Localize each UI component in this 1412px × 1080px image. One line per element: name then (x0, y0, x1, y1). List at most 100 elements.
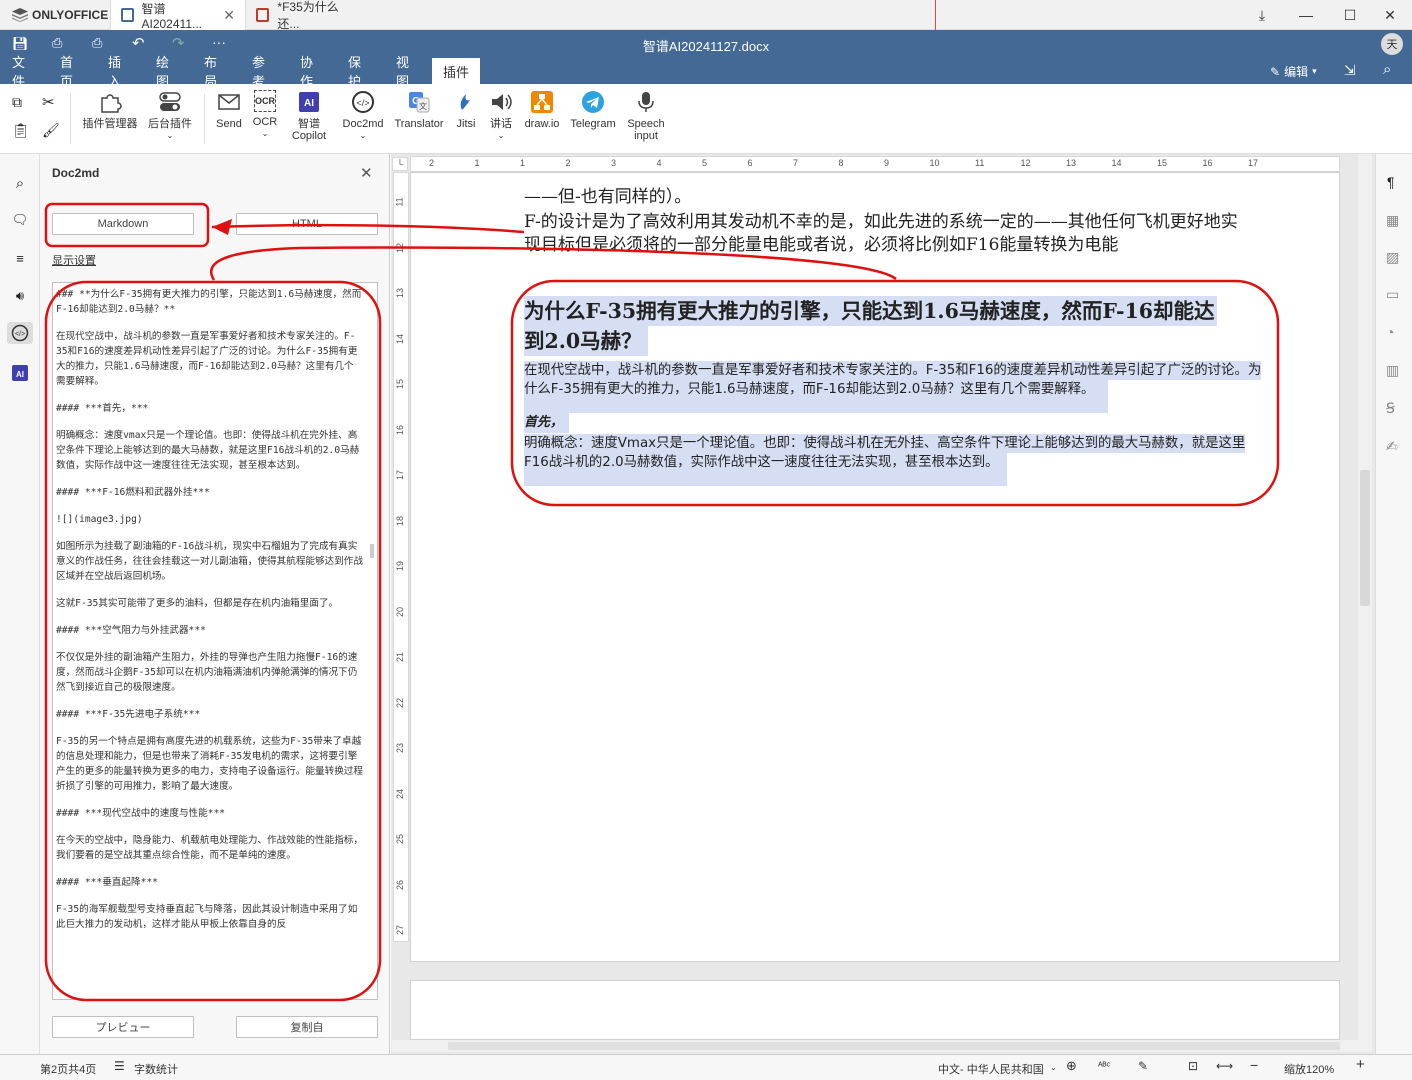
fit-width-icon[interactable]: ⟷ (1216, 1059, 1233, 1073)
zoom-level[interactable]: 缩放120% (1284, 1061, 1334, 1077)
background-plugins-button[interactable]: 后台插件 ⌄ (144, 90, 196, 142)
markdown-block: 不仅仅是外挂的副油箱产生阻力，外挂的导弹也产生阻力拖慢F-16的速度，然而战斗企… (56, 652, 358, 693)
doc2md-plugin-icon[interactable]: </> (7, 322, 33, 344)
speech-button[interactable]: 讲话 ⌄ (486, 90, 516, 142)
menu-insert[interactable]: 插入 (98, 55, 142, 89)
menu-collaboration[interactable]: 协作 (290, 55, 334, 89)
ruler-tick-label: 12 (395, 242, 406, 253)
chevron-down-icon: ⌄ (497, 131, 505, 140)
menu-view[interactable]: 视图 (386, 55, 430, 89)
menu-plugins[interactable]: 插件 (432, 58, 480, 84)
comment-icon[interactable]: 🗨︎ (9, 209, 31, 231)
drawio-button[interactable]: draw.io (522, 90, 562, 130)
markdown-block: #### ***F-16燃料和武器外挂*** (56, 487, 210, 498)
doc2md-icon: </> (351, 90, 375, 114)
status-bar: 第2页共4页 ☰ 字数统计 中文- 中华人民共和国 ⌄ ⊕ ᴬᴮᶜ ✎ ⊡ ⟷ … (0, 1054, 1412, 1080)
ocr-button[interactable]: OCR OCR ⌄ (250, 90, 280, 140)
puzzle-icon (98, 90, 122, 114)
shape-settings-icon[interactable]: ◔ (1386, 324, 1394, 340)
chart-settings-icon[interactable]: ▥ (1386, 362, 1399, 379)
tab-stop-selector[interactable]: └ (392, 157, 408, 171)
chevron-down-icon: ⌄ (1050, 1063, 1057, 1072)
close-window-button[interactable]: ✕ (1368, 0, 1412, 30)
tab-document-2[interactable]: *F35为什么还... (246, 0, 366, 31)
page-indicator[interactable]: 第2页共4页 (40, 1061, 96, 1077)
copy-icon[interactable]: ⧉ (12, 94, 22, 111)
document-icon (121, 8, 134, 22)
menu-home[interactable]: 首页 (50, 55, 94, 89)
paragraph-settings-icon[interactable]: ¶ (1387, 174, 1395, 190)
close-panel-icon[interactable]: ✕ (360, 164, 373, 182)
download-icon[interactable]: ⤓ (1240, 0, 1284, 30)
zhipu-copilot-button[interactable]: AI 智谱 Copilot (286, 90, 332, 142)
markdown-block: F-35的另一个特点是拥有高度先进的机载系统，这些为F-35带来了卓越的信息处理… (56, 736, 363, 792)
search-icon[interactable]: ⌕ (1383, 61, 1391, 78)
headings-icon[interactable]: ≡ (9, 247, 31, 269)
menu-references[interactable]: 参考 (242, 55, 286, 89)
paste-icon[interactable]: 📋︎ (12, 122, 30, 139)
doc2md-panel: Doc2md ✕ Markdown HTML 显示设置 ### **为什么F-3… (40, 154, 390, 1054)
format-painter-icon[interactable]: 🖌︎ (42, 122, 60, 139)
ruler-tick-label: 1 (520, 158, 526, 168)
table-settings-icon[interactable]: ▦ (1386, 212, 1399, 229)
vertical-scrollbar[interactable] (1358, 154, 1372, 1052)
menu-draw[interactable]: 绘图 (146, 55, 190, 89)
ocr-label: OCR (252, 116, 278, 128)
document-page[interactable]: ——但-也有同样的）。 F-的设计是为了高效利用其发动机不幸的是，如此先进的系统… (410, 172, 1340, 962)
speaker-icon[interactable]: 🔊︎ (9, 285, 31, 307)
close-tab-icon[interactable]: ✕ (223, 7, 235, 24)
ai-plugin-icon[interactable]: AI (9, 362, 31, 384)
edit-mode-button[interactable]: ✎ 编辑 ▾ (1270, 63, 1317, 80)
track-changes-icon[interactable]: ✎ (1138, 1059, 1148, 1073)
menu-layout[interactable]: 布局 (194, 55, 238, 89)
zoom-out-icon[interactable]: − (1250, 1057, 1258, 1073)
fit-page-icon[interactable]: ⊡ (1188, 1059, 1198, 1073)
menu-protection[interactable]: 保护 (338, 55, 382, 89)
horizontal-scrollbar[interactable] (392, 1040, 1358, 1052)
language-selector[interactable]: 中文- 中华人民共和国 (938, 1061, 1044, 1077)
minimize-button[interactable]: — (1284, 0, 1328, 30)
doc2md-button[interactable]: </> Doc2md ⌄ (340, 90, 386, 142)
copy-button[interactable]: 复制自 (236, 1016, 378, 1038)
image-settings-icon[interactable]: ▨ (1386, 249, 1399, 266)
document-page-next[interactable] (410, 980, 1340, 1040)
markdown-output[interactable]: ### **为什么F-35拥有更大推力的引擎，只能达到1.6马赫速度，然而F-1… (52, 282, 378, 1000)
markdown-button[interactable]: Markdown (52, 213, 194, 235)
ruler-tick-label: 3 (611, 158, 617, 168)
scrollbar-thumb[interactable] (1360, 470, 1370, 606)
send-button[interactable]: Send (212, 90, 246, 130)
menu-file[interactable]: 文件 (2, 55, 46, 89)
ruler-tick-label: 24 (395, 788, 406, 799)
telegram-button[interactable]: Telegram (568, 90, 618, 130)
horizontal-ruler[interactable]: 2 1 1 2 3 4 5 6 7 8 9 10 11 12 13 14 15 16 17 (410, 156, 1340, 172)
ruler-tick-label: 16 (395, 424, 406, 435)
vertical-ruler[interactable]: 11 12 13 14 15 16 17 18 19 20 21 22 23 24 25 26 27 (393, 172, 409, 942)
maximize-button[interactable]: ☐ (1328, 0, 1372, 30)
speaker-icon (489, 90, 513, 114)
signature-icon[interactable]: ✍ (1386, 438, 1398, 455)
preview-button[interactable]: プレビュー (52, 1016, 194, 1038)
user-avatar[interactable]: 天 (1381, 33, 1403, 55)
svg-text:</>: </> (15, 331, 25, 338)
tab-document-1[interactable]: 智谱AI202411... ✕ (110, 0, 246, 31)
zoom-in-icon[interactable]: + (1356, 1056, 1365, 1073)
cut-icon[interactable]: ✂ (42, 93, 55, 111)
ruler-tick-label: 7 (793, 158, 799, 168)
jitsi-button[interactable]: Jitsi (452, 90, 480, 130)
word-count-button[interactable]: 字数统计 (134, 1061, 178, 1077)
globe-icon[interactable]: ⊕ (1066, 1058, 1077, 1074)
display-settings-link[interactable]: 显示设置 (52, 252, 96, 268)
spellcheck-icon[interactable]: ᴬᴮᶜ (1098, 1061, 1110, 1072)
ruler-tick-label: 23 (395, 742, 406, 754)
text-art-icon[interactable]: Ꞩ (1386, 400, 1395, 417)
search-icon[interactable]: ⌕ (9, 172, 31, 194)
ruler-tick-label: 15 (395, 378, 406, 390)
translator-button[interactable]: G文 Translator (392, 90, 446, 130)
speech-input-button[interactable]: Speech input (624, 90, 668, 142)
scrollbar-thumb[interactable] (370, 544, 374, 558)
header-footer-icon[interactable]: ▭ (1386, 286, 1399, 303)
plugin-manager-button[interactable]: 插件管理器 (80, 90, 140, 130)
open-location-icon[interactable]: ⇲ (1344, 62, 1356, 79)
scrollbar-thumb[interactable] (448, 1042, 1340, 1050)
html-button[interactable]: HTML (236, 213, 378, 235)
